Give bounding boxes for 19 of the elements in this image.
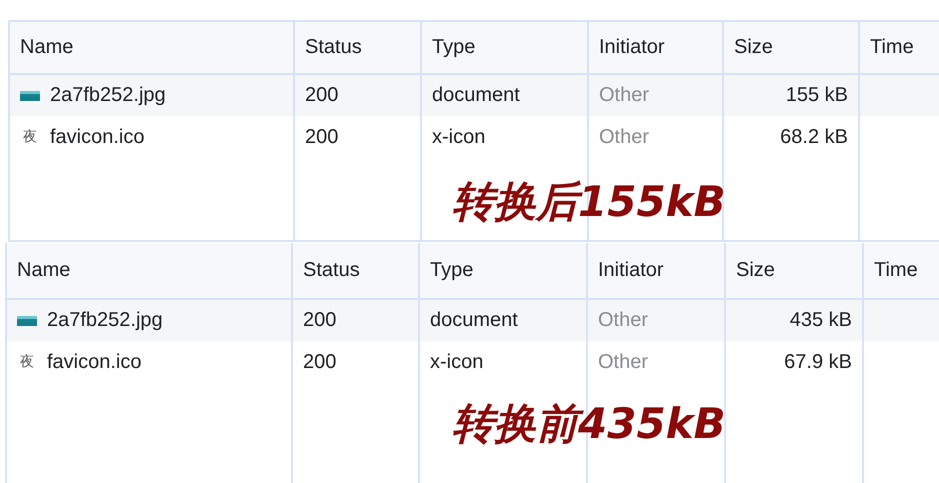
status-cell: 200 <box>292 341 419 383</box>
column-header[interactable]: Name <box>9 21 294 74</box>
file-name[interactable]: 2a7fb252.jpg <box>50 84 166 107</box>
image-file-icon <box>17 316 37 326</box>
favicon-icon: 夜 <box>20 128 40 146</box>
image-file-icon <box>20 90 40 100</box>
initiator-cell: Other <box>588 116 723 158</box>
annotation-text: 转换前435kB <box>452 398 726 450</box>
initiator-cell: Other <box>587 341 725 383</box>
size-cell: 68.2 kB <box>723 116 859 158</box>
file-name[interactable]: favicon.ico <box>47 350 142 374</box>
file-name[interactable]: 2a7fb252.jpg <box>47 309 163 332</box>
status-cell: 200 <box>294 116 421 158</box>
type-cell: x-icon <box>421 116 588 158</box>
size-cell: 67.9 kB <box>725 341 863 383</box>
favicon-icon: 夜 <box>17 353 37 371</box>
file-name[interactable]: favicon.ico <box>50 126 144 148</box>
annotation-text: 转换后155kB <box>452 176 726 228</box>
type-cell: x-icon <box>419 341 587 383</box>
